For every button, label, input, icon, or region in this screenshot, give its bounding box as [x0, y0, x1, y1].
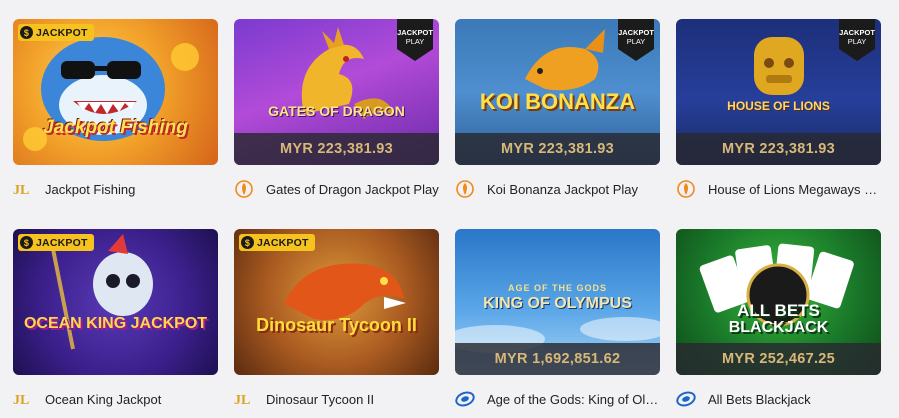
- svg-text:JACKPOT: JACKPOT: [839, 28, 875, 37]
- jili-icon: JL: [13, 179, 33, 199]
- game-name: Gates of Dragon Jackpot Play: [266, 181, 439, 197]
- jackpot-play-badge: JACKPOT PLAY: [618, 19, 654, 61]
- svg-text:JL: JL: [13, 183, 29, 197]
- svg-text:JL: JL: [13, 393, 29, 407]
- game-art-title: Dinosaur Tycoon II: [256, 315, 417, 335]
- game-label-row[interactable]: JL Jackpot Fishing: [13, 179, 218, 199]
- game-card-koi-bonanza[interactable]: KOI BONANZA JACKPOT PLAY MYR 223,381.93 …: [455, 19, 660, 198]
- game-name: Dinosaur Tycoon II: [266, 391, 375, 407]
- game-art-title: OCEAN KING JACKPOT: [23, 315, 208, 332]
- jackpot-play-badge: JACKPOT PLAY: [839, 19, 875, 61]
- dollar-coin-icon: $: [20, 236, 33, 249]
- game-art-subtitle: ALL BETS: [737, 301, 820, 320]
- game-label-row[interactable]: Koi Bonanza Jackpot Play: [455, 179, 660, 199]
- game-name: Koi Bonanza Jackpot Play: [487, 181, 639, 197]
- game-name: Ocean King Jackpot: [45, 391, 162, 407]
- game-art-title: KING OF OLYMPUS: [483, 295, 632, 312]
- game-thumbnail[interactable]: AGE OF THE GODS KING OF OLYMPUS MYR 1,69…: [455, 229, 660, 375]
- game-thumbnail[interactable]: KOI BONANZA JACKPOT PLAY MYR 223,381.93: [455, 19, 660, 165]
- game-thumbnail[interactable]: Jackpot Fishing $ JACKPOT: [13, 19, 218, 165]
- game-art-title: GATES OF DRAGON: [268, 103, 405, 119]
- jackpot-badge: $ JACKPOT: [18, 24, 94, 41]
- jackpot-amount: MYR 223,381.93: [676, 133, 881, 165]
- game-label-row[interactable]: House of Lions Megaways Jackpot Play: [676, 179, 881, 199]
- playtech-icon: [676, 389, 696, 409]
- dollar-coin-icon: $: [241, 236, 254, 249]
- jackpot-amount: MYR 1,692,851.62: [455, 343, 660, 375]
- dollar-coin-icon: $: [20, 26, 33, 39]
- playtech-icon: [455, 389, 475, 409]
- game-thumbnail[interactable]: ALL BETS BLACKJACK MYR 252,467.25: [676, 229, 881, 375]
- jili-icon: JL: [234, 389, 254, 409]
- game-card-house-of-lions[interactable]: HOUSE OF LIONS JACKPOT PLAY MYR 223,381.…: [676, 19, 881, 198]
- game-label-row[interactable]: JL Dinosaur Tycoon II: [234, 389, 439, 409]
- game-thumbnail[interactable]: HOUSE OF LIONS JACKPOT PLAY MYR 223,381.…: [676, 19, 881, 165]
- jackpot-badge: $ JACKPOT: [18, 234, 94, 251]
- game-thumbnail[interactable]: Dinosaur Tycoon II $ JACKPOT: [234, 229, 439, 375]
- pragmatic-play-icon: [234, 179, 254, 199]
- game-thumbnail[interactable]: GATES OF DRAGON JACKPOT PLAY MYR 223,381…: [234, 19, 439, 165]
- game-name: All Bets Blackjack: [708, 391, 811, 407]
- game-art-subtitle: AGE OF THE GODS: [507, 283, 607, 293]
- game-card-dinosaur-tycoon-ii[interactable]: Dinosaur Tycoon II $ JACKPOT JL Dinosaur…: [234, 229, 439, 407]
- game-name: House of Lions Megaways Jackpot Play: [708, 181, 881, 197]
- game-art-title: KOI BONANZA: [479, 89, 636, 114]
- jackpot-badge: $ JACKPOT: [239, 234, 315, 251]
- jili-icon: JL: [13, 389, 33, 409]
- game-art-title: HOUSE OF LIONS: [727, 99, 830, 113]
- game-card-age-of-the-gods-king-of-olympus[interactable]: AGE OF THE GODS KING OF OLYMPUS MYR 1,69…: [455, 229, 660, 407]
- game-thumbnail[interactable]: OCEAN KING JACKPOT $ JACKPOT: [13, 229, 218, 375]
- game-card-all-bets-blackjack[interactable]: ALL BETS BLACKJACK MYR 252,467.25 All Be…: [676, 229, 881, 407]
- game-card-jackpot-fishing[interactable]: Jackpot Fishing $ JACKPOT JL Jackpot Fis…: [13, 19, 218, 197]
- pragmatic-play-icon: [455, 179, 475, 199]
- svg-text:PLAY: PLAY: [627, 37, 646, 46]
- svg-text:JACKPOT: JACKPOT: [397, 28, 433, 37]
- game-label-row[interactable]: All Bets Blackjack: [676, 389, 881, 409]
- pragmatic-play-icon: [676, 179, 696, 199]
- game-label-row[interactable]: Age of the Gods: King of Olympus: [455, 389, 660, 409]
- game-label-row[interactable]: Gates of Dragon Jackpot Play: [234, 179, 439, 199]
- svg-text:JL: JL: [234, 393, 250, 407]
- jackpot-play-badge: JACKPOT PLAY: [397, 19, 433, 61]
- svg-text:PLAY: PLAY: [848, 37, 867, 46]
- game-name: Age of the Gods: King of Olympus: [487, 391, 660, 407]
- game-card-ocean-king-jackpot[interactable]: OCEAN KING JACKPOT $ JACKPOT JL Ocean Ki…: [13, 229, 218, 407]
- game-art-title: Jackpot Fishing: [43, 117, 188, 138]
- game-name: Jackpot Fishing: [45, 181, 136, 197]
- game-art-title: BLACKJACK: [728, 319, 829, 336]
- jackpot-amount: MYR 223,381.93: [234, 133, 439, 165]
- game-label-row[interactable]: JL Ocean King Jackpot: [13, 389, 218, 409]
- svg-text:PLAY: PLAY: [406, 37, 425, 46]
- jackpot-amount: MYR 252,467.25: [676, 343, 881, 375]
- jackpot-amount: MYR 223,381.93: [455, 133, 660, 165]
- game-card-gates-of-dragon[interactable]: GATES OF DRAGON JACKPOT PLAY MYR 223,381…: [234, 19, 439, 198]
- svg-text:JACKPOT: JACKPOT: [618, 28, 654, 37]
